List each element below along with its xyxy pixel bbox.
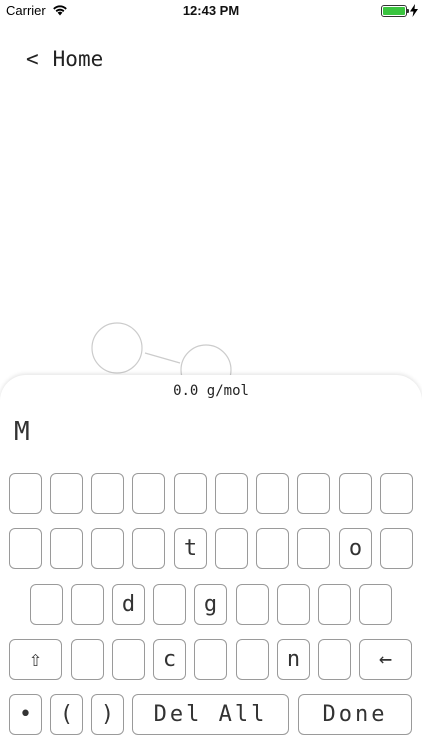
formula-display: M [14, 417, 30, 447]
element-key[interactable] [380, 473, 413, 514]
element-key[interactable] [277, 584, 310, 625]
element-key[interactable] [153, 584, 186, 625]
element-key[interactable] [112, 639, 145, 680]
battery-icon [381, 5, 407, 17]
element-key[interactable] [91, 528, 124, 569]
element-key[interactable] [380, 528, 413, 569]
atom-node [91, 322, 143, 374]
back-chevron-icon: < [26, 47, 39, 71]
element-key[interactable] [256, 528, 289, 569]
element-key[interactable]: n [277, 639, 310, 680]
status-bar: Carrier 12:43 PM [0, 0, 422, 22]
element-key[interactable] [256, 473, 289, 514]
element-key[interactable] [236, 584, 269, 625]
keyboard-panel: 0.0 g/mol M t o d g ⇧ c n ← •() Del All Done [0, 375, 422, 750]
delete-all-button[interactable]: Del All [132, 694, 289, 735]
open-paren-key[interactable]: ( [50, 694, 83, 735]
shift-key[interactable]: ⇧ [9, 639, 62, 680]
element-key[interactable] [71, 639, 104, 680]
backspace-key[interactable]: ← [359, 639, 412, 680]
molar-mass-readout: 0.0 g/mol [173, 383, 249, 399]
bond-line [144, 352, 181, 364]
element-key[interactable] [215, 528, 248, 569]
element-key[interactable] [174, 473, 207, 514]
element-key[interactable] [132, 528, 165, 569]
clock: 12:43 PM [182, 3, 240, 18]
element-key[interactable] [50, 528, 83, 569]
element-key[interactable] [71, 584, 104, 625]
battery-cap [407, 9, 409, 13]
element-key[interactable] [30, 584, 63, 625]
element-key[interactable]: c [153, 639, 186, 680]
back-home-button[interactable]: < Home [26, 47, 103, 71]
charging-bolt-icon [410, 4, 418, 17]
element-key[interactable] [297, 528, 330, 569]
element-key[interactable] [50, 473, 83, 514]
element-key[interactable] [339, 473, 372, 514]
battery-level [383, 7, 405, 15]
element-key[interactable] [297, 473, 330, 514]
element-key[interactable] [236, 639, 269, 680]
element-key[interactable] [215, 473, 248, 514]
bullet-key[interactable]: • [9, 694, 42, 735]
element-key[interactable]: d [112, 584, 145, 625]
element-key[interactable] [132, 473, 165, 514]
element-key[interactable]: o [339, 528, 372, 569]
element-key[interactable] [91, 473, 124, 514]
element-key[interactable] [194, 639, 227, 680]
close-paren-key[interactable]: ) [91, 694, 124, 735]
done-button[interactable]: Done [298, 694, 412, 735]
element-key[interactable] [359, 584, 392, 625]
back-label: Home [52, 47, 104, 71]
element-key[interactable] [318, 639, 351, 680]
element-key[interactable]: g [194, 584, 227, 625]
element-key[interactable] [9, 528, 42, 569]
element-key[interactable] [318, 584, 351, 625]
element-key[interactable] [9, 473, 42, 514]
element-key[interactable]: t [174, 528, 207, 569]
